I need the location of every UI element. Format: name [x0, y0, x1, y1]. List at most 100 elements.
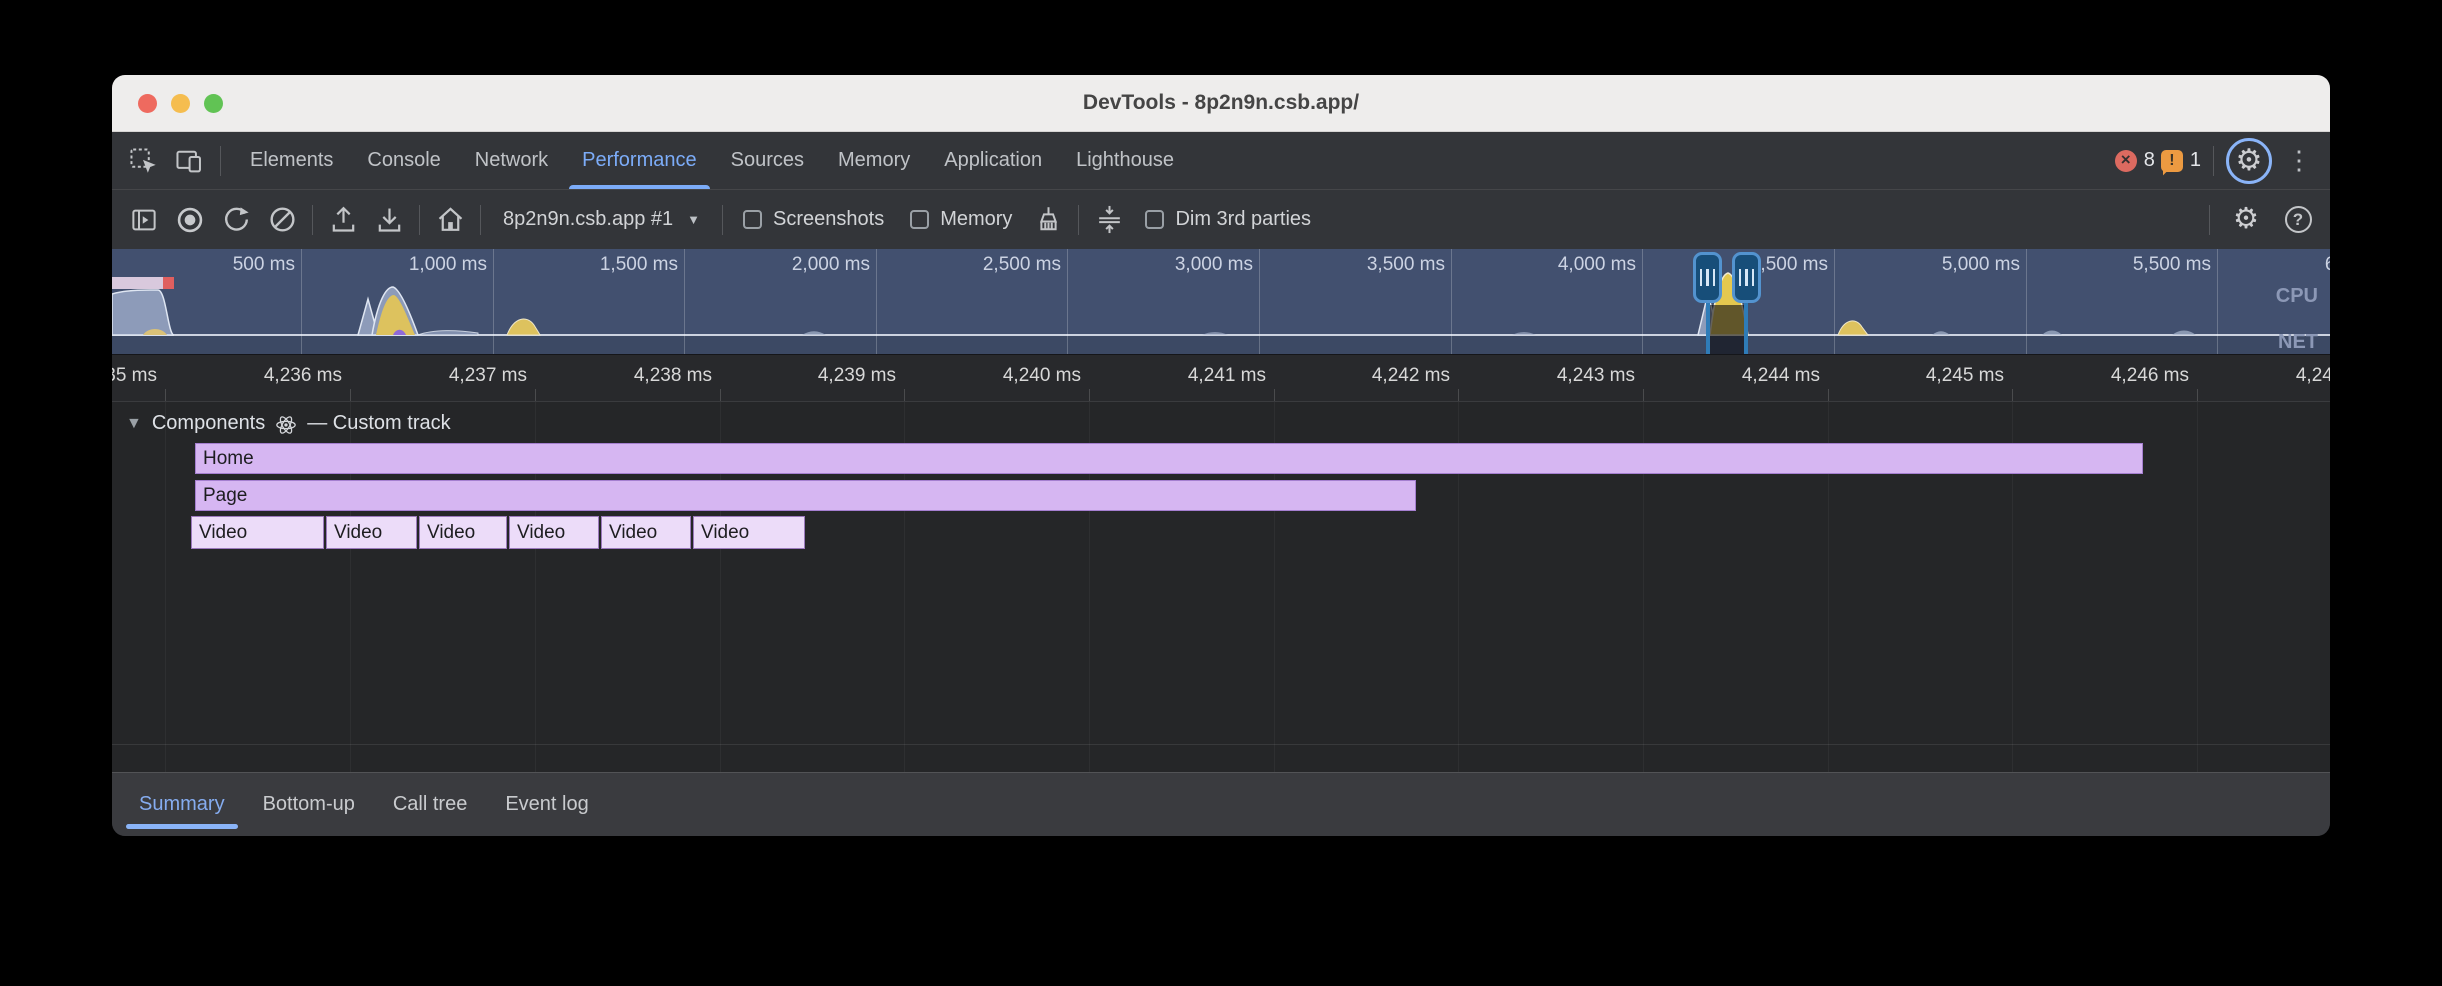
- track-bar-video[interactable]: Video: [693, 516, 805, 549]
- track-bar-video[interactable]: Video: [326, 516, 417, 549]
- bottom-tab-call-tree[interactable]: Call tree: [374, 773, 486, 836]
- flamechart-area[interactable]: ▼ Components — Custom track Home Page Vide…: [112, 402, 2330, 772]
- overview-tick-label: 5,000 ms: [1860, 254, 2020, 276]
- inspect-element-icon[interactable]: [122, 140, 164, 182]
- screenshots-label: Screenshots: [773, 208, 884, 231]
- ruler-tick-mark: [350, 389, 351, 401]
- settings-button-focus-ring: ⚙: [2226, 138, 2272, 184]
- overview-gridline: [1451, 249, 1452, 354]
- ruler-tick-mark: [2197, 389, 2198, 401]
- overview-gridline: [1834, 249, 1835, 354]
- track-bar-video[interactable]: Video: [509, 516, 599, 549]
- home-icon[interactable]: [428, 198, 472, 242]
- bottom-tab-event-log[interactable]: Event log: [486, 773, 607, 836]
- tab-network[interactable]: Network: [458, 132, 565, 189]
- ruler-tick-mark: [1643, 389, 1644, 401]
- shortcuts-dialog-icon[interactable]: [1087, 198, 1131, 242]
- custom-track-subtitle: — Custom track: [307, 412, 450, 435]
- overview-tick-label: 1,000 ms: [327, 254, 487, 276]
- minimize-window-button[interactable]: [171, 94, 190, 113]
- tab-application[interactable]: Application: [927, 132, 1059, 189]
- custom-track-title: Components: [152, 412, 265, 435]
- ruler-tick-mark: [1458, 389, 1459, 401]
- selection-right-handle[interactable]: [1732, 252, 1761, 303]
- dim-3rd-parties-checkbox[interactable]: Dim 3rd parties: [1133, 208, 1323, 231]
- selection-left-handle[interactable]: [1693, 252, 1722, 303]
- reload-record-icon[interactable]: [214, 198, 258, 242]
- ruler-tick-label: 4,237 ms: [367, 365, 527, 387]
- bottom-tab-bottom-up[interactable]: Bottom-up: [244, 773, 374, 836]
- tab-memory[interactable]: Memory: [821, 132, 927, 189]
- ruler-tick-mark: [904, 389, 905, 401]
- target-selector[interactable]: 8p2n9n.csb.app #1 ▼: [489, 208, 714, 231]
- overview-tick-label: 2,500 ms: [901, 254, 1061, 276]
- detail-time-ruler[interactable]: 35 ms4,236 ms4,237 ms4,238 ms4,239 ms4,2…: [112, 355, 2330, 402]
- help-icon[interactable]: ?: [2276, 198, 2320, 242]
- main-tab-strip: ElementsConsoleNetworkPerformanceSources…: [233, 132, 1191, 189]
- tab-sources[interactable]: Sources: [714, 132, 821, 189]
- track-gridline: [2197, 402, 2198, 772]
- ruler-tick-label: 4,243 ms: [1475, 365, 1635, 387]
- ruler-tick-label: 4,239 ms: [736, 365, 896, 387]
- screen: DevTools - 8p2n9n.csb.app/: [0, 0, 2442, 986]
- issue-count: 1: [2190, 149, 2201, 172]
- tab-elements[interactable]: Elements: [233, 132, 350, 189]
- track-bar-video[interactable]: Video: [601, 516, 691, 549]
- custom-track-header[interactable]: ▼ Components — Custom track: [126, 412, 451, 435]
- ruler-tick-label: 4,240 ms: [921, 365, 1081, 387]
- memory-label: Memory: [940, 208, 1012, 231]
- track-bar-home[interactable]: Home: [195, 443, 2143, 474]
- overview-gridline: [301, 249, 302, 354]
- clear-icon[interactable]: [260, 198, 304, 242]
- close-window-button[interactable]: [138, 94, 157, 113]
- collapse-triangle-icon[interactable]: ▼: [126, 415, 142, 433]
- settings-gear-icon[interactable]: ⚙: [2236, 146, 2263, 176]
- more-options-icon[interactable]: ⋮: [2278, 145, 2320, 176]
- ruler-tick-mark: [720, 389, 721, 401]
- device-toolbar-icon[interactable]: [168, 140, 210, 182]
- ruler-tick-mark: [2012, 389, 2013, 401]
- selection-right-edge[interactable]: [1744, 297, 1748, 354]
- titlebar: DevTools - 8p2n9n.csb.app/: [112, 75, 2330, 132]
- overview-network-bar: [112, 277, 174, 289]
- overview-tick-label: 6,000 ms: [2243, 254, 2330, 276]
- chevron-down-icon: ▼: [687, 212, 700, 227]
- capture-settings-gear-icon[interactable]: ⚙: [2224, 198, 2268, 242]
- overview-gridline: [1067, 249, 1068, 354]
- dim-3rd-parties-label: Dim 3rd parties: [1175, 208, 1311, 231]
- overview-gridline: [2026, 249, 2027, 354]
- tab-performance[interactable]: Performance: [565, 132, 714, 189]
- target-label: 8p2n9n.csb.app #1: [503, 208, 673, 231]
- track-bar-video[interactable]: Video: [419, 516, 507, 549]
- overview-tick-label: 1,500 ms: [518, 254, 678, 276]
- selection-left-edge[interactable]: [1706, 297, 1710, 354]
- tab-console[interactable]: Console: [350, 132, 457, 189]
- overview-gridline: [876, 249, 877, 354]
- track-bar-video[interactable]: Video: [191, 516, 324, 549]
- overview-network-bar-tip: [163, 277, 174, 289]
- bottom-tab-summary[interactable]: Summary: [120, 773, 244, 836]
- collect-garbage-icon[interactable]: [1026, 198, 1070, 242]
- upload-profile-icon[interactable]: [321, 198, 365, 242]
- checkbox-box: [1145, 210, 1164, 229]
- issues-badge[interactable]: ! 1: [2161, 149, 2201, 172]
- track-bar-page[interactable]: Page: [195, 480, 1416, 511]
- performance-toolbar: 8p2n9n.csb.app #1 ▼ Screenshots Memory: [112, 190, 2330, 249]
- record-icon[interactable]: [168, 198, 212, 242]
- ruler-tick-label: 4,246 ms: [2029, 365, 2189, 387]
- error-icon: ×: [2115, 150, 2137, 172]
- ruler-tick-mark: [1089, 389, 1090, 401]
- error-badge[interactable]: × 8: [2115, 149, 2155, 172]
- download-profile-icon[interactable]: [367, 198, 411, 242]
- toggle-sidebar-icon[interactable]: [122, 198, 166, 242]
- screenshots-checkbox[interactable]: Screenshots: [731, 208, 896, 231]
- error-count: 8: [2144, 149, 2155, 172]
- memory-checkbox[interactable]: Memory: [898, 208, 1024, 231]
- tab-lighthouse[interactable]: Lighthouse: [1059, 132, 1191, 189]
- overview-tick-label: 5,500 ms: [2051, 254, 2211, 276]
- zoom-window-button[interactable]: [204, 94, 223, 113]
- timeline-overview[interactable]: 500 ms1,000 ms1,500 ms2,000 ms2,500 ms3,…: [112, 249, 2330, 355]
- overview-tick-label: 3,000 ms: [1093, 254, 1253, 276]
- ruler-tick-label: 35 ms: [112, 365, 157, 387]
- issue-icon: !: [2161, 150, 2183, 172]
